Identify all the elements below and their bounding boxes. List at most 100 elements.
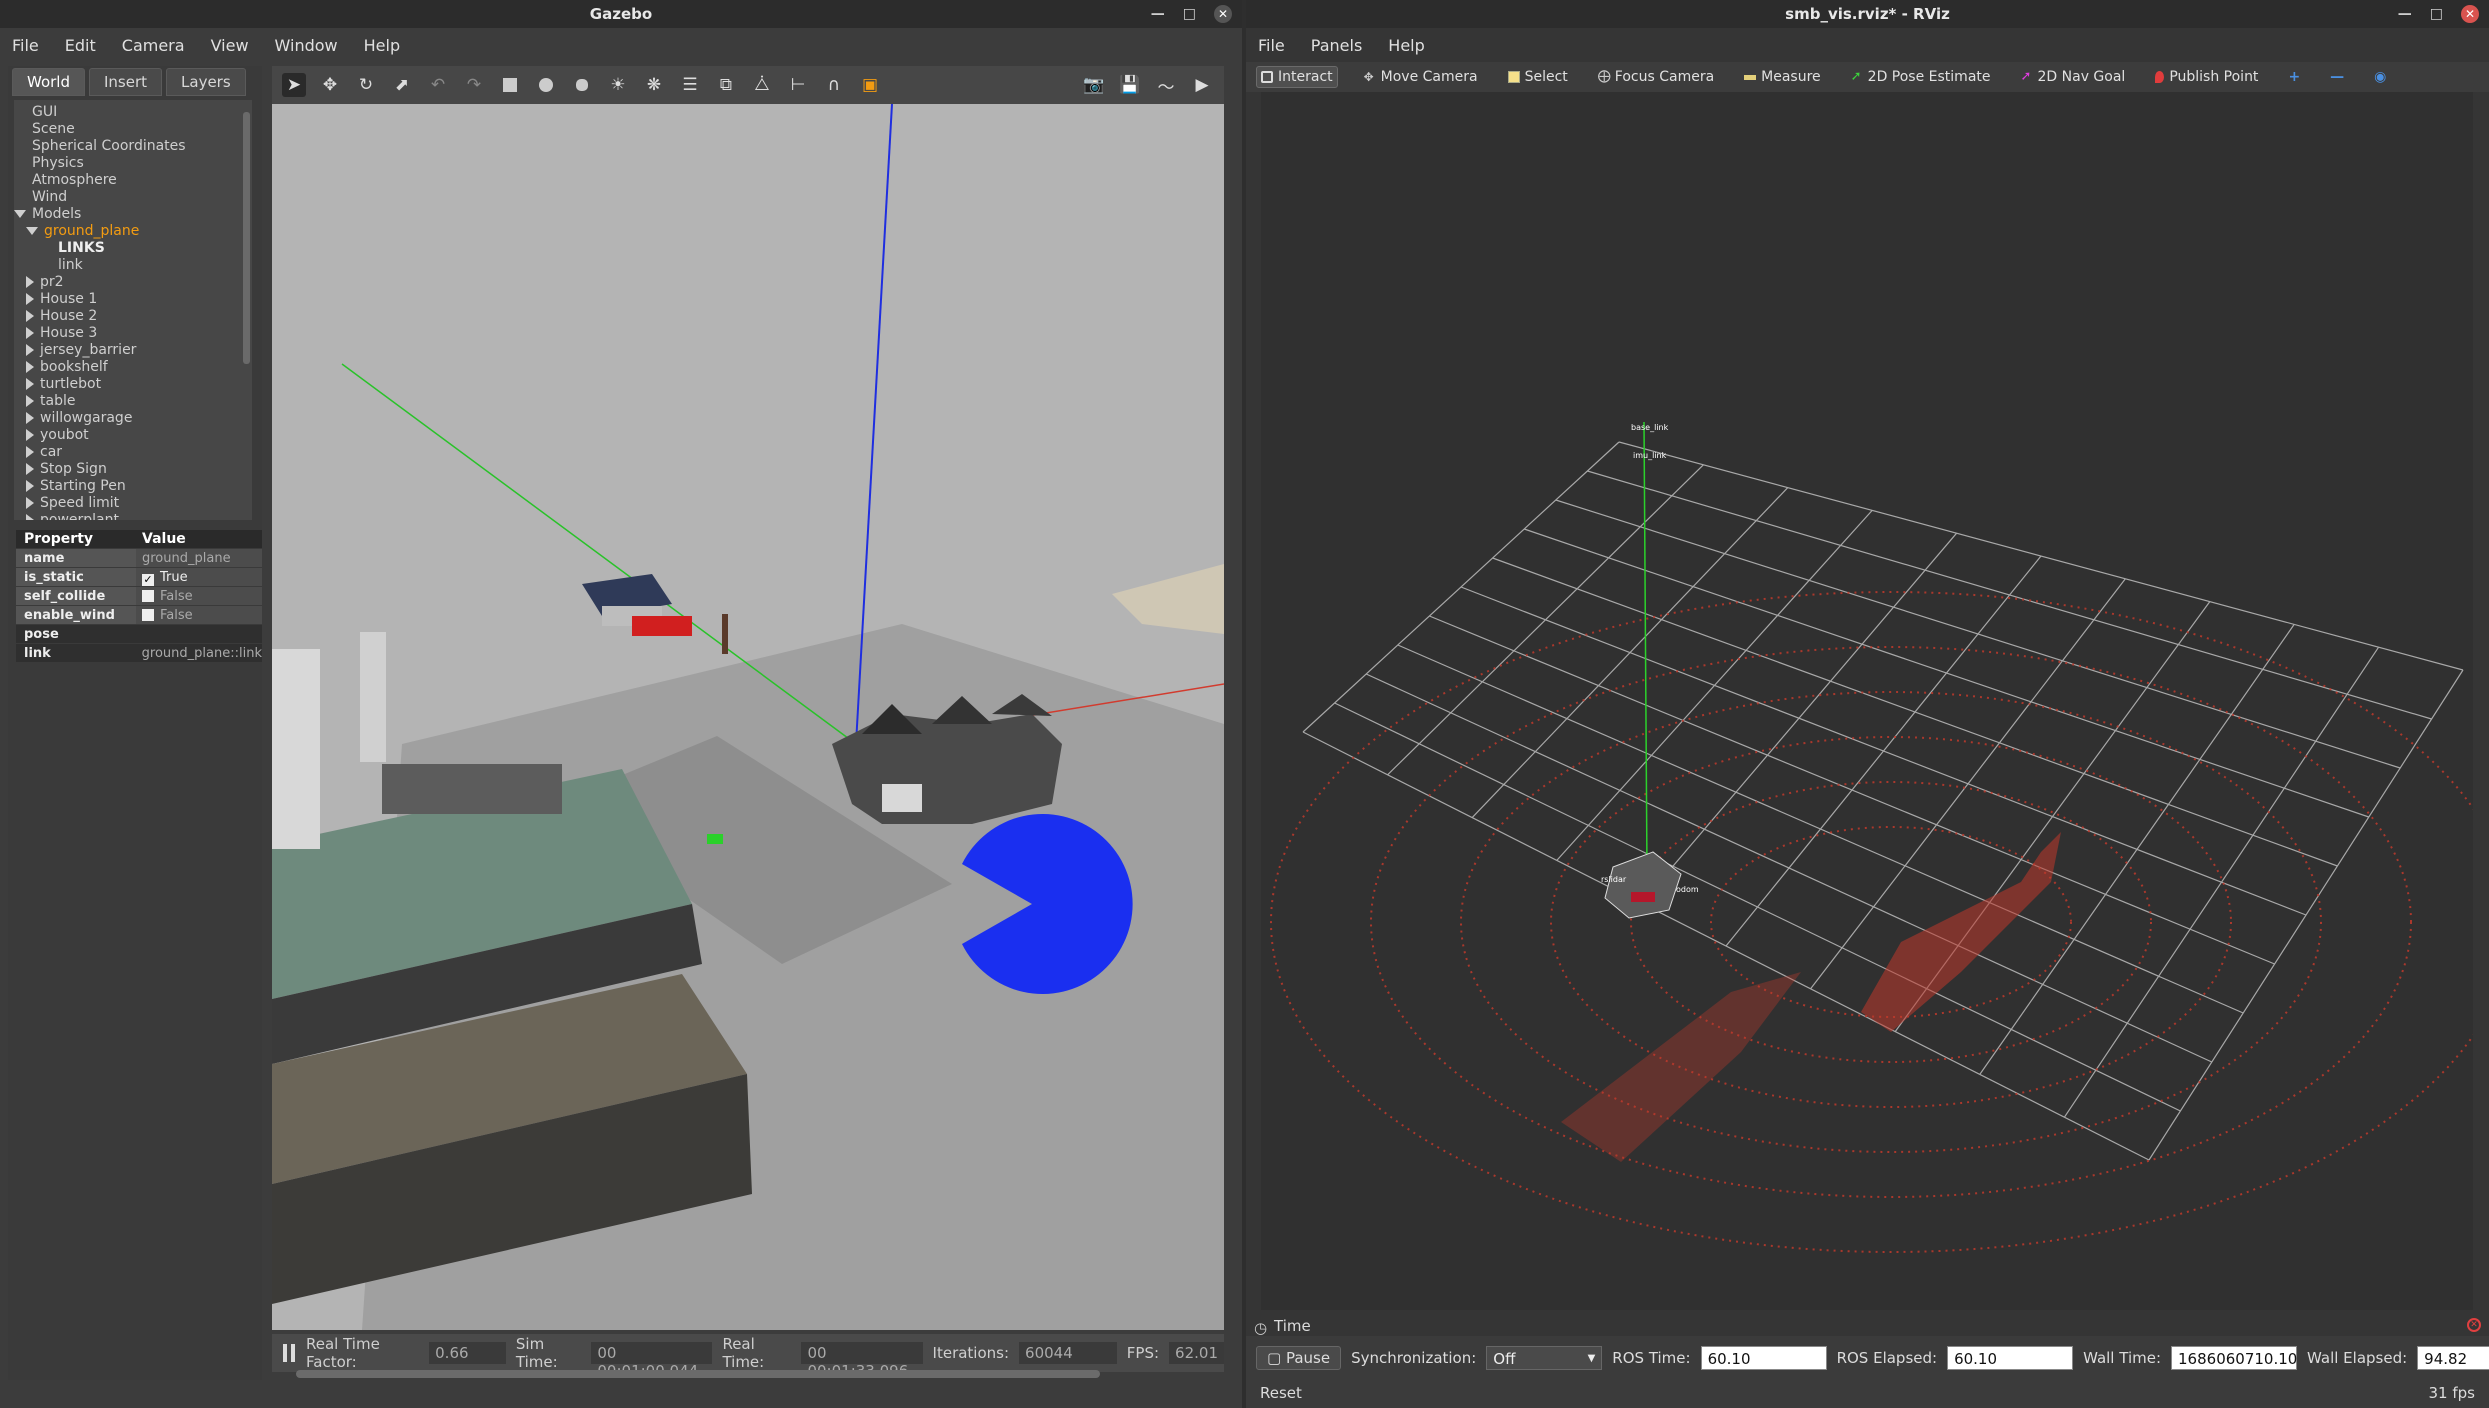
tool-select[interactable]: Select <box>1504 67 1572 87</box>
property-row[interactable]: name ground_plane <box>16 549 262 568</box>
checkbox[interactable]: ✓ <box>142 574 154 586</box>
select-mode-icon[interactable]: ➤ <box>282 73 306 97</box>
viewport-hscrollbar[interactable] <box>296 1370 1100 1378</box>
wall-elapsed-field[interactable]: 94.82 <box>2417 1346 2489 1370</box>
expand-right-icon[interactable] <box>26 327 34 339</box>
tree-item[interactable]: bookshelf <box>26 359 108 376</box>
tree-item[interactable]: Wind <box>32 189 67 206</box>
menu-view[interactable]: View <box>211 36 249 55</box>
tree-item[interactable]: Physics <box>32 155 84 172</box>
maximize-icon[interactable]: □ <box>2430 0 2443 28</box>
pause-button[interactable]: ▢ Pause <box>1256 1346 1342 1370</box>
tree-item[interactable]: House 2 <box>26 308 97 325</box>
tool-focus-camera[interactable]: ⨁ Focus Camera <box>1594 67 1718 87</box>
tree-item[interactable]: Stop Sign <box>26 461 107 478</box>
property-row[interactable]: self_collide False <box>16 587 262 606</box>
tree-item[interactable]: jersey_barrier <box>26 342 136 359</box>
tree-item[interactable]: Spherical Coordinates <box>32 138 186 155</box>
snap-icon[interactable]: ∩ <box>822 73 846 97</box>
translate-mode-icon[interactable]: ✥ <box>318 73 342 97</box>
tree-item[interactable]: turtlebot <box>26 376 101 393</box>
view-angle-icon[interactable]: ▣ <box>858 73 882 97</box>
property-row[interactable]: link ground_plane::link <box>16 644 262 663</box>
expand-right-icon[interactable] <box>26 378 34 390</box>
screenshot-icon[interactable]: 📷 <box>1082 73 1106 97</box>
tree-item[interactable]: car <box>26 444 62 461</box>
sync-select[interactable]: Off ▼ <box>1486 1346 1603 1370</box>
rviz-3d-viewport[interactable]: base_link imu_link rslidar odom <box>1261 92 2473 1310</box>
expand-right-icon[interactable] <box>26 446 34 458</box>
expand-right-icon[interactable] <box>26 412 34 424</box>
tree-item[interactable]: powerplant <box>26 512 119 520</box>
property-row[interactable]: enable_wind False <box>16 606 262 625</box>
checkbox[interactable] <box>142 590 154 602</box>
tree-item[interactable]: LINKS <box>58 240 105 257</box>
expand-right-icon[interactable] <box>26 310 34 322</box>
tab-world[interactable]: World <box>12 68 85 96</box>
scale-mode-icon[interactable]: ⬈ <box>390 73 414 97</box>
log-icon[interactable]: 💾 <box>1118 73 1142 97</box>
record-video-icon[interactable]: ▶ <box>1190 73 1214 97</box>
copy-icon[interactable]: ⧉ <box>714 73 738 97</box>
pause-icon[interactable] <box>282 1343 296 1363</box>
spot-light-icon[interactable]: ❋ <box>642 73 666 97</box>
ros-elapsed-field[interactable]: 60.10 <box>1947 1346 2074 1370</box>
checkbox[interactable] <box>142 609 154 621</box>
tool-publish-point[interactable]: Publish Point <box>2151 67 2262 87</box>
expand-down-icon[interactable] <box>26 227 38 235</box>
tree-item[interactable]: ground_plane <box>26 223 139 240</box>
maximize-icon[interactable]: □ <box>1183 0 1196 28</box>
tool-measure[interactable]: Measure <box>1740 67 1825 87</box>
gazebo-3d-viewport[interactable] <box>272 104 1224 1330</box>
tree-item[interactable]: table <box>26 393 75 410</box>
tool-settings-icon[interactable]: ◉ <box>2370 67 2390 87</box>
directional-light-icon[interactable]: ☰ <box>678 73 702 97</box>
menu-file[interactable]: File <box>1258 36 1285 55</box>
plot-icon[interactable]: 〜 <box>1154 73 1178 98</box>
wall-time-field[interactable]: 1686060710.10 <box>2171 1346 2297 1370</box>
property-row[interactable]: pose <box>16 625 262 644</box>
align-icon[interactable]: ⊢ <box>786 73 810 97</box>
tree-item[interactable]: House 3 <box>26 325 97 342</box>
expand-right-icon[interactable] <box>26 497 34 509</box>
expand-right-icon[interactable] <box>26 514 34 520</box>
tree-item[interactable]: willowgarage <box>26 410 132 427</box>
menu-help[interactable]: Help <box>364 36 400 55</box>
close-icon[interactable]: ✕ <box>1214 5 1232 23</box>
expand-down-icon[interactable] <box>14 210 26 218</box>
sphere-shape-icon[interactable] <box>534 73 558 97</box>
tool-2d-nav-goal[interactable]: ➚ 2D Nav Goal <box>2017 67 2130 87</box>
add-tool-button[interactable]: + <box>2284 67 2304 87</box>
tab-layers[interactable]: Layers <box>166 68 246 96</box>
tool-interact[interactable]: Interact <box>1256 66 1338 88</box>
rotate-mode-icon[interactable]: ↻ <box>354 73 378 97</box>
tree-item[interactable]: House 1 <box>26 291 97 308</box>
menu-camera[interactable]: Camera <box>122 36 185 55</box>
menu-file[interactable]: File <box>12 36 39 55</box>
property-row[interactable]: is_static ✓ True <box>16 568 262 587</box>
tree-item[interactable]: youbot <box>26 427 89 444</box>
menu-panels[interactable]: Panels <box>1311 36 1363 55</box>
remove-tool-button[interactable]: — <box>2326 67 2348 87</box>
tree-item[interactable]: link <box>58 257 83 274</box>
redo-icon[interactable]: ↷ <box>462 73 486 97</box>
paste-icon[interactable]: ⧊ <box>750 73 774 97</box>
menu-edit[interactable]: Edit <box>65 36 96 55</box>
tree-scrollbar[interactable] <box>243 112 250 364</box>
tree-item[interactable]: Speed limit <box>26 495 119 512</box>
expand-right-icon[interactable] <box>26 480 34 492</box>
expand-right-icon[interactable] <box>26 293 34 305</box>
tab-insert[interactable]: Insert <box>89 68 163 96</box>
menu-window[interactable]: Window <box>275 36 338 55</box>
minimize-icon[interactable]: — <box>1151 0 1165 28</box>
expand-right-icon[interactable] <box>26 344 34 356</box>
menu-help[interactable]: Help <box>1388 36 1424 55</box>
point-light-icon[interactable]: ☀ <box>606 73 630 97</box>
tree-item[interactable]: Models <box>14 206 81 223</box>
tree-item[interactable]: Atmosphere <box>32 172 117 189</box>
expand-right-icon[interactable] <box>26 361 34 373</box>
reset-button[interactable]: Reset <box>1250 1382 1312 1404</box>
expand-right-icon[interactable] <box>26 463 34 475</box>
tree-item[interactable]: GUI <box>32 104 57 121</box>
minimize-icon[interactable]: — <box>2398 0 2412 28</box>
